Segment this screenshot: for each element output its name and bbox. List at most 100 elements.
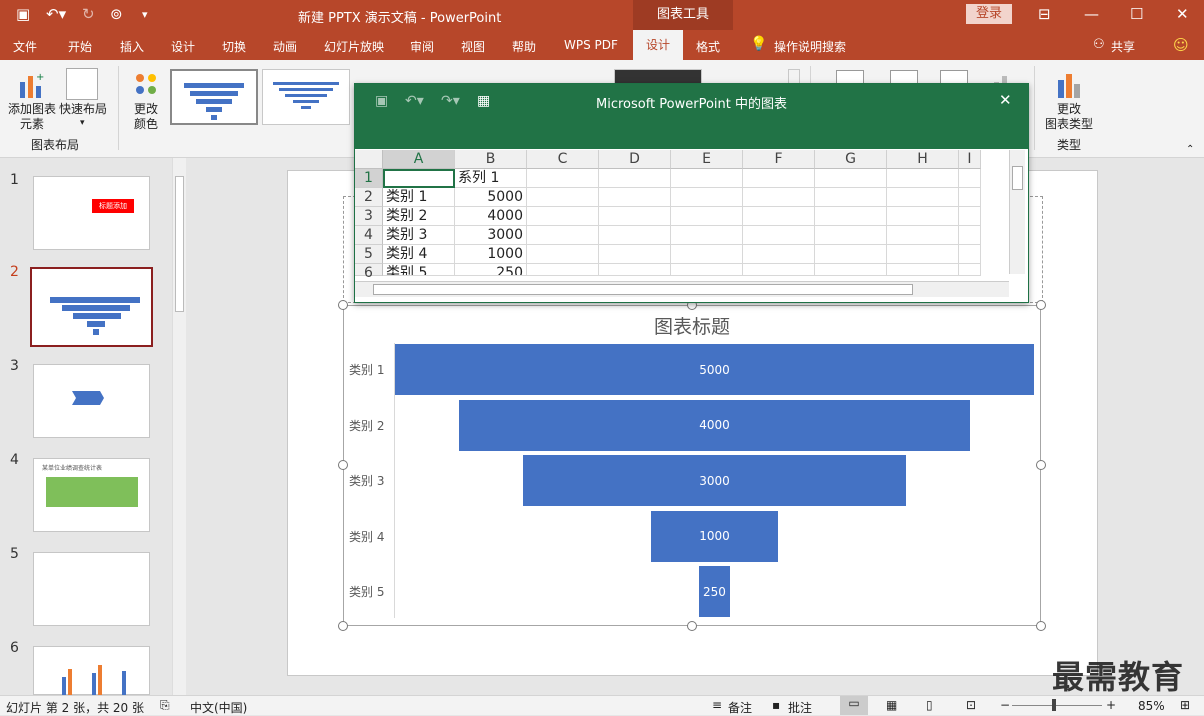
grid-cell[interactable] <box>887 169 959 188</box>
grid-cell[interactable]: 类别 2 <box>383 207 455 226</box>
notes-button[interactable]: 备注 <box>728 699 752 716</box>
grid-cell[interactable]: 类别 1 <box>383 188 455 207</box>
row-header[interactable]: 3 <box>355 207 383 226</box>
grid-cell[interactable] <box>815 264 887 276</box>
resize-handle[interactable] <box>338 460 348 470</box>
select-all-corner[interactable] <box>355 150 383 169</box>
zoom-in-icon[interactable]: + <box>1106 698 1116 712</box>
tab-help[interactable]: 帮助 <box>512 38 536 55</box>
zoom-slider-thumb[interactable] <box>1052 699 1056 711</box>
minimize-icon[interactable]: — <box>1084 5 1099 23</box>
tab-transitions[interactable]: 切换 <box>222 38 246 55</box>
grid-cell[interactable] <box>671 188 743 207</box>
column-header[interactable]: B <box>455 150 527 169</box>
change-colors-button[interactable]: 更改 颜色 <box>126 102 166 132</box>
grid-cell[interactable] <box>815 169 887 188</box>
row-header[interactable]: 2 <box>355 188 383 207</box>
grid-cell[interactable]: 3000 <box>455 226 527 245</box>
sheet-horizontal-scrollbar[interactable] <box>355 281 1009 297</box>
grid-cell[interactable] <box>959 188 981 207</box>
tell-me-search[interactable]: 操作说明搜索 <box>774 38 846 55</box>
grid-cell[interactable]: 类别 4 <box>383 245 455 264</box>
comments-icon[interactable]: ▪ <box>772 698 780 712</box>
sheet-vertical-scrollbar[interactable] <box>1009 150 1025 274</box>
resize-handle[interactable] <box>338 300 348 310</box>
grid-cell[interactable] <box>959 264 981 276</box>
presenter-icon[interactable]: ⊚ <box>110 5 123 23</box>
grid-cell[interactable] <box>887 207 959 226</box>
comments-button[interactable]: 批注 <box>788 699 812 716</box>
column-header[interactable]: G <box>815 150 887 169</box>
grid-cell[interactable] <box>743 188 815 207</box>
grid-cell[interactable] <box>887 264 959 276</box>
slide-thumb-5[interactable] <box>33 552 150 626</box>
spellcheck-icon[interactable]: ⎘ <box>160 698 170 713</box>
grid-cell[interactable] <box>743 264 815 276</box>
zoom-slider[interactable] <box>1012 705 1102 706</box>
tab-view[interactable]: 视图 <box>461 38 485 55</box>
slide-pane-scrollbar[interactable] <box>172 158 186 695</box>
grid-cell[interactable] <box>815 226 887 245</box>
customize-qat-icon[interactable]: ▾ <box>142 8 148 21</box>
change-colors-icon[interactable] <box>132 70 162 100</box>
share-button[interactable]: 共享 <box>1111 38 1135 55</box>
tab-slideshow[interactable]: 幻灯片放映 <box>324 38 384 55</box>
tab-animations[interactable]: 动画 <box>273 38 297 55</box>
row-header[interactable]: 5 <box>355 245 383 264</box>
grid-cell[interactable] <box>671 226 743 245</box>
grid-cell[interactable]: 类别 5 <box>383 264 455 276</box>
grid-cell[interactable] <box>671 245 743 264</box>
chart-style-1[interactable] <box>170 69 258 125</box>
slide-thumb-4[interactable]: 某单位业绩调查统计表 <box>33 458 150 532</box>
column-header[interactable]: H <box>887 150 959 169</box>
tab-insert[interactable]: 插入 <box>120 38 144 55</box>
grid-cell[interactable] <box>743 226 815 245</box>
change-chart-type-icon[interactable] <box>1054 70 1084 100</box>
grid-cell[interactable] <box>887 226 959 245</box>
maximize-icon[interactable]: ☐ <box>1130 5 1143 23</box>
grid-cell[interactable] <box>599 245 671 264</box>
slide-sorter-icon[interactable]: ▦ <box>886 698 897 712</box>
slideshow-icon[interactable]: ⊡ <box>966 698 976 712</box>
grid-cell[interactable] <box>959 207 981 226</box>
notes-icon[interactable]: ≡ <box>712 698 722 712</box>
collapse-ribbon-icon[interactable]: ⌃ <box>1186 142 1194 157</box>
reading-view-icon[interactable]: ▯ <box>926 698 933 712</box>
resize-handle[interactable] <box>338 621 348 631</box>
ribbon-display-icon[interactable]: ⊟ <box>1038 5 1051 23</box>
quick-layout-button[interactable]: 快速布局 <box>58 102 108 117</box>
grid-cell[interactable]: 4000 <box>455 207 527 226</box>
add-chart-element-button[interactable]: 添加图表 元素 <box>4 102 60 132</box>
grid-cell[interactable] <box>527 207 599 226</box>
grid-cell[interactable] <box>959 169 981 188</box>
fit-to-window-icon[interactable]: ⊞ <box>1180 698 1190 712</box>
scroll-thumb[interactable] <box>1012 166 1023 190</box>
grid-cell[interactable]: 系列 1 <box>455 169 527 188</box>
grid-cell[interactable]: 250 <box>455 264 527 276</box>
tab-home[interactable]: 开始 <box>68 38 92 55</box>
add-chart-element-icon[interactable]: + <box>16 70 46 100</box>
slide-thumb-1[interactable]: 标题添加 <box>33 176 150 250</box>
funnel-bar[interactable]: 3000 <box>522 455 907 506</box>
grid-cell[interactable] <box>743 169 815 188</box>
undo-icon[interactable]: ↶▾ <box>46 5 66 23</box>
zoom-out-icon[interactable]: − <box>1000 698 1010 712</box>
zoom-level[interactable]: 85% <box>1138 699 1165 713</box>
chart-style-2[interactable] <box>262 69 350 125</box>
resize-handle[interactable] <box>1036 621 1046 631</box>
slide-thumb-6[interactable] <box>33 646 150 695</box>
grid-cell[interactable] <box>527 169 599 188</box>
funnel-bar[interactable]: 5000 <box>395 344 1034 395</box>
funnel-bar[interactable]: 1000 <box>650 510 779 562</box>
tab-design[interactable]: 设计 <box>171 38 195 55</box>
normal-view-icon[interactable]: ▭ <box>840 696 868 715</box>
language-status[interactable]: 中文(中国) <box>190 699 247 716</box>
login-button[interactable]: 登录 <box>966 4 1012 24</box>
grid-cell[interactable] <box>527 188 599 207</box>
scroll-thumb[interactable] <box>373 284 913 295</box>
quick-layout-icon[interactable] <box>66 68 98 100</box>
chevron-down-icon[interactable]: ▾ <box>80 116 85 131</box>
close-icon[interactable]: ✕ <box>999 91 1012 109</box>
grid-cell[interactable] <box>743 245 815 264</box>
grid-cell[interactable] <box>671 207 743 226</box>
